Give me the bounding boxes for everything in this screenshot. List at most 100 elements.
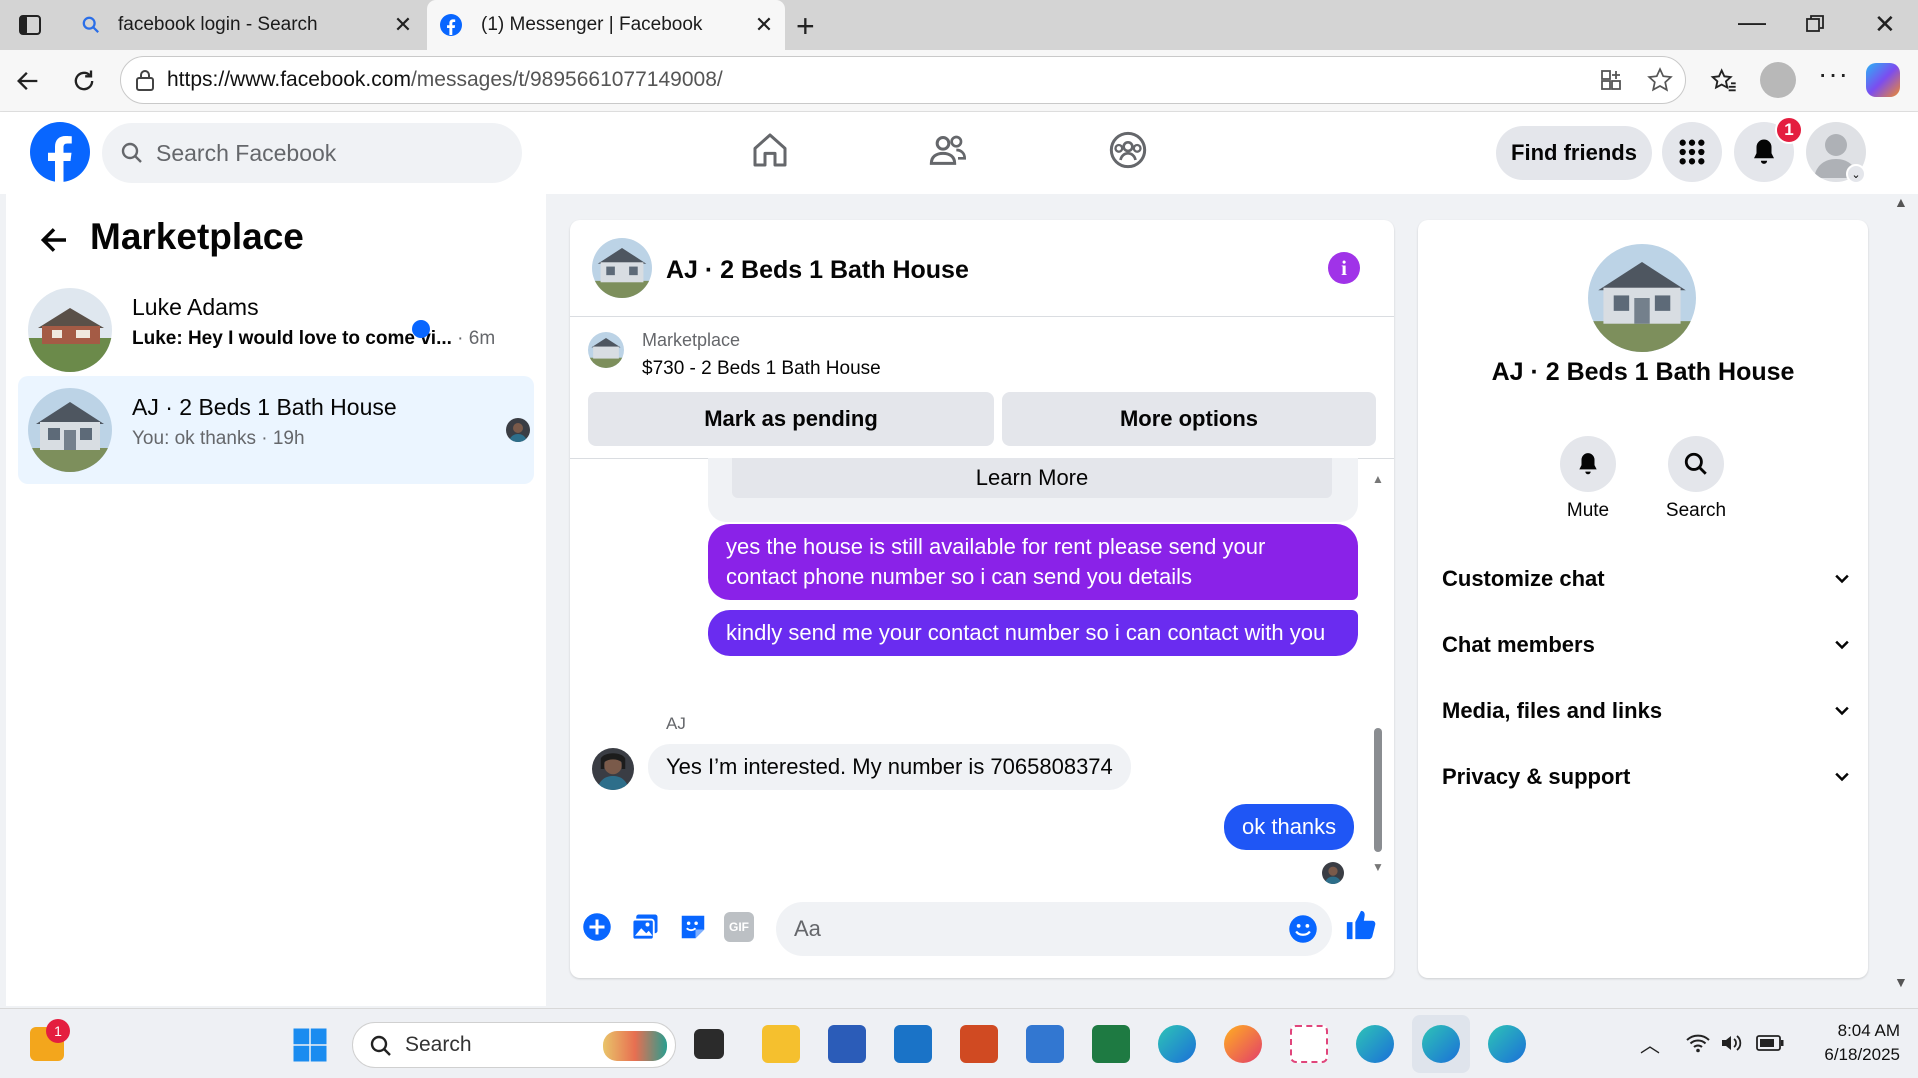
- conversation-list-panel: Marketplace Luke Adams Luke: Hey I would…: [6, 194, 546, 1006]
- tab-title: facebook login - Search: [118, 14, 318, 35]
- divider: [570, 316, 1394, 317]
- url-domain: https://www.facebook.com: [167, 68, 411, 91]
- seen-avatar: [1322, 862, 1344, 884]
- search-icon: [369, 1034, 393, 1058]
- search-placeholder: Search Facebook: [156, 139, 337, 166]
- composer-placeholder: Aa: [794, 916, 821, 941]
- mute-bell-icon[interactable]: [1560, 436, 1616, 492]
- edge-active-icon[interactable]: [1422, 1025, 1460, 1063]
- listing-thumbnail: [588, 332, 624, 368]
- chat-panel: AJ · 2 Beds 1 Bath House i Marketplace $…: [570, 220, 1394, 978]
- home-icon[interactable]: [750, 130, 790, 170]
- notification-badge: 1: [1775, 116, 1803, 144]
- info-icon[interactable]: i: [1328, 252, 1360, 284]
- taskbar-search-placeholder: Search: [405, 1033, 472, 1056]
- copilot-icon[interactable]: [1866, 63, 1900, 97]
- excel-icon[interactable]: [1092, 1025, 1130, 1063]
- task-view-icon[interactable]: [694, 1029, 724, 1059]
- outlook-icon[interactable]: [894, 1025, 932, 1063]
- search-icon[interactable]: [1668, 436, 1724, 492]
- message-outgoing: ok thanks: [1224, 804, 1355, 850]
- friends-icon[interactable]: [928, 130, 968, 170]
- media-files-links-section[interactable]: Media, files and links: [1442, 698, 1852, 724]
- chat-members-section[interactable]: Chat members: [1442, 632, 1852, 658]
- powerpoint-icon[interactable]: [960, 1025, 998, 1063]
- minimize-icon[interactable]: —: [1738, 6, 1766, 38]
- learn-more-button[interactable]: Learn More: [732, 458, 1332, 498]
- firefox-icon[interactable]: [1224, 1025, 1262, 1063]
- scroll-down-arrow[interactable]: ▼: [1372, 860, 1384, 874]
- favorites-icon[interactable]: [1710, 67, 1738, 95]
- facebook-header: Search Facebook Find friends 1 ⌄: [0, 112, 1918, 194]
- conversation-preview: Luke: Hey I would love to come vi... · 6…: [132, 328, 496, 349]
- clock[interactable]: 8:04 AM 6/18/2025: [1790, 1019, 1900, 1067]
- word-icon[interactable]: [828, 1025, 866, 1063]
- favorite-star-icon[interactable]: [1647, 67, 1673, 93]
- file-explorer-icon[interactable]: [762, 1025, 800, 1063]
- find-friends-button[interactable]: Find friends: [1496, 126, 1652, 180]
- profile-avatar-icon[interactable]: [1760, 62, 1796, 98]
- chat-title[interactable]: AJ · 2 Beds 1 Bath House: [666, 256, 969, 285]
- listing-title[interactable]: $730 - 2 Beds 1 Bath House: [642, 358, 881, 380]
- groups-icon[interactable]: [1108, 130, 1148, 170]
- edge-icon[interactable]: [1158, 1025, 1196, 1063]
- chat-avatar[interactable]: [592, 238, 652, 298]
- tab-messenger[interactable]: (1) Messenger | Facebook ✕: [427, 0, 785, 50]
- windows-start-icon[interactable]: [292, 1027, 328, 1063]
- chevron-down-icon: [1832, 569, 1852, 589]
- app-available-icon[interactable]: [1599, 68, 1623, 92]
- chevron-down-icon[interactable]: ⌄: [1846, 164, 1866, 184]
- customize-chat-section[interactable]: Customize chat: [1442, 566, 1852, 592]
- conversation-item-active[interactable]: AJ · 2 Beds 1 Bath House You: ok thanks …: [18, 376, 534, 484]
- store-icon[interactable]: [1026, 1025, 1064, 1063]
- photo-icon[interactable]: [630, 912, 660, 942]
- chevron-down-icon: [1832, 701, 1852, 721]
- battery-icon[interactable]: [1756, 1035, 1784, 1051]
- conversation-item[interactable]: Luke Adams Luke: Hey I would love to com…: [18, 276, 534, 384]
- facebook-logo-icon[interactable]: [30, 122, 90, 182]
- conversation-name: Luke Adams: [132, 294, 259, 320]
- edge-work-icon[interactable]: [1488, 1025, 1526, 1063]
- browser-tab-bar: facebook login - Search ✕ (1) Messenger …: [0, 0, 1918, 50]
- back-arrow-icon[interactable]: [38, 224, 70, 256]
- volume-icon[interactable]: [1720, 1033, 1744, 1053]
- new-tab-icon[interactable]: +: [796, 8, 815, 45]
- refresh-icon[interactable]: [70, 67, 98, 95]
- url-field[interactable]: https://www.facebook.com/messages/t/9895…: [120, 56, 1686, 104]
- close-tab-icon[interactable]: ✕: [388, 12, 418, 38]
- back-icon[interactable]: [14, 67, 42, 95]
- sender-avatar[interactable]: [592, 748, 634, 790]
- facebook-search-input[interactable]: Search Facebook: [102, 123, 522, 183]
- taskbar-search-input[interactable]: Search: [352, 1022, 676, 1068]
- plus-circle-icon[interactable]: [582, 912, 612, 942]
- message-input[interactable]: Aa: [776, 902, 1332, 956]
- scrollbar-thumb[interactable]: [1374, 728, 1382, 852]
- chat-avatar-large[interactable]: [1588, 244, 1696, 352]
- sticker-icon[interactable]: [678, 912, 708, 942]
- privacy-support-section[interactable]: Privacy & support: [1442, 764, 1852, 790]
- close-window-icon[interactable]: ✕: [1874, 9, 1896, 40]
- edge-profile-icon[interactable]: [1356, 1025, 1394, 1063]
- mark-as-pending-button[interactable]: Mark as pending: [588, 392, 994, 446]
- snipping-tool-icon[interactable]: [1290, 1025, 1328, 1063]
- tab-bing-search[interactable]: facebook login - Search ✕: [68, 0, 424, 50]
- page-scroll-up-arrow[interactable]: ▲: [1894, 194, 1908, 210]
- search-highlight-image: [603, 1031, 667, 1061]
- restore-icon[interactable]: [1806, 15, 1824, 33]
- tray-chevron-up-icon[interactable]: ︿: [1640, 1029, 1660, 1058]
- widgets-badge: 1: [46, 1019, 70, 1043]
- emoji-icon[interactable]: [1288, 914, 1318, 944]
- wifi-icon[interactable]: [1686, 1033, 1710, 1053]
- page-scroll-down-arrow[interactable]: ▼: [1894, 974, 1908, 990]
- tab-title: (1) Messenger | Facebook: [481, 14, 703, 35]
- gif-icon[interactable]: GIF: [724, 912, 754, 942]
- page-title: Marketplace: [90, 216, 304, 257]
- facebook-favicon-icon: [439, 13, 463, 37]
- tab-actions-icon[interactable]: [18, 13, 42, 37]
- menu-grid-icon[interactable]: [1662, 122, 1722, 182]
- more-options-button[interactable]: More options: [1002, 392, 1376, 446]
- close-tab-icon[interactable]: ✕: [749, 12, 779, 38]
- like-thumb-icon[interactable]: [1344, 908, 1378, 942]
- more-menu-icon[interactable]: ···: [1818, 58, 1849, 90]
- scroll-up-arrow[interactable]: ▲: [1372, 472, 1384, 486]
